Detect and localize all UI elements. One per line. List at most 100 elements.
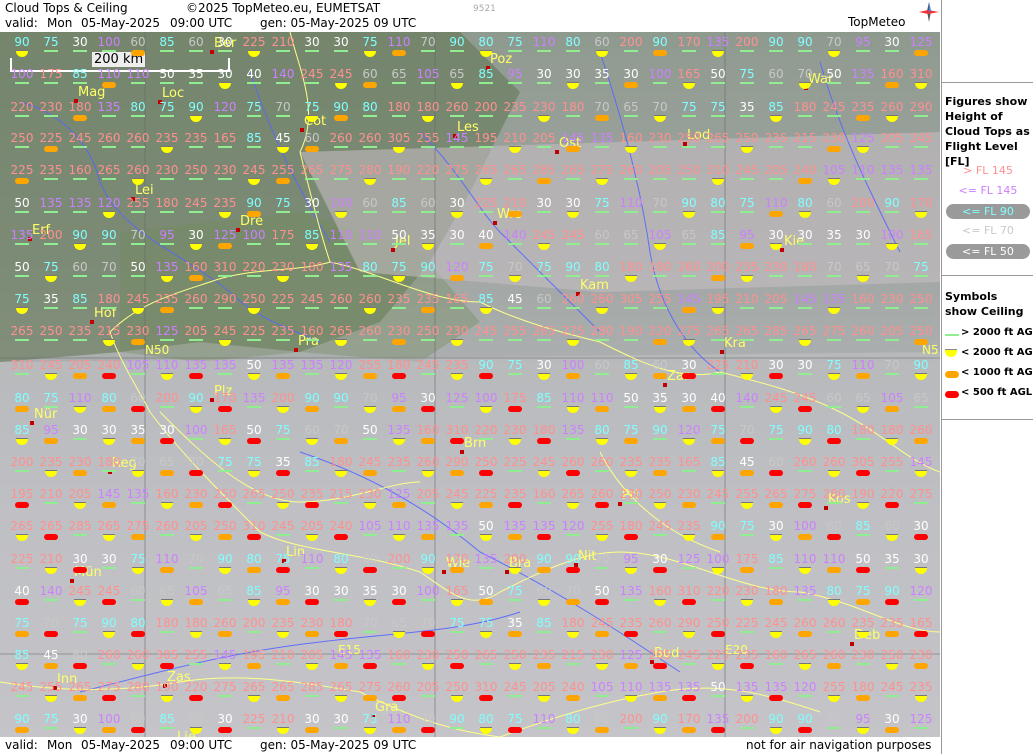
cloud-top-value: 80 (130, 616, 146, 630)
cloud-top-value: 110 (97, 67, 121, 81)
ceiling-pill-icon (945, 371, 959, 378)
cloud-top-value: 170 (909, 196, 933, 210)
cloud-top-value: 60 (130, 584, 146, 598)
cloud-top-value: 100 (474, 391, 498, 405)
cloud-top-value: 175 (39, 67, 63, 81)
cloud-top-value: 255 (880, 455, 904, 469)
cloud-top-value: 135 (300, 358, 324, 372)
ceiling-line-icon (131, 82, 145, 84)
city-label: Poz (490, 52, 513, 67)
cloud-top-value: 70 (884, 358, 900, 372)
ceiling-line-icon (15, 82, 29, 84)
ceiling-orange-pill-icon (740, 470, 754, 476)
cloud-top-value: 235 (387, 292, 411, 306)
ceiling-line-icon (247, 146, 261, 148)
cloud-top-value: 90 (710, 519, 726, 533)
ceiling-red-pill-icon (479, 695, 493, 701)
ceiling-line-icon (914, 243, 928, 245)
cloud-top-value: 180 (619, 260, 643, 274)
cloud-top-value: 65 (681, 228, 697, 242)
ceiling-orange-pill-icon (73, 470, 87, 476)
cloud-top-value: 135 (329, 260, 353, 274)
cloud-top-value: 230 (39, 100, 63, 114)
ceiling-line-icon (537, 727, 551, 729)
ceiling-line-icon (247, 502, 261, 504)
cloud-top-value: 85 (159, 35, 175, 49)
cloud-top-value: 70 (826, 260, 842, 274)
ceiling-line-icon (769, 567, 783, 569)
cloud-top-value: 135 (590, 131, 614, 145)
cloud-top-value: 250 (242, 292, 266, 306)
cloud-top-value: 310 (677, 584, 701, 598)
ceiling-line-icon (44, 243, 58, 245)
cloud-top-value: 120 (793, 680, 817, 694)
ceiling-line-icon (102, 663, 116, 665)
cloud-top-value: 240 (329, 519, 353, 533)
cloud-top-value: 170 (213, 391, 237, 405)
ceiling-line-icon (798, 50, 812, 52)
cloud-top-value: 145 (213, 648, 237, 662)
ceiling-orange-pill-icon (276, 178, 290, 184)
cloud-top-value: 135 (10, 228, 34, 242)
cloud-top-value: 65 (855, 391, 871, 405)
cloud-top-value: 190 (387, 163, 411, 177)
cloud-top-value: 200 (271, 391, 295, 405)
ceiling-line-icon (479, 146, 493, 148)
cloud-top-value: 200 (242, 616, 266, 630)
ceiling-orange-pill-icon (769, 211, 783, 217)
cloud-top-value: 105 (648, 228, 672, 242)
cloud-top-value: 75 (739, 196, 755, 210)
ceiling-line-icon (508, 178, 522, 180)
cloud-top-value: 50 (826, 67, 842, 81)
cloud-top-value: 90 (681, 196, 697, 210)
cloud-top-value: 135 (184, 358, 208, 372)
cloud-top-value: 245 (300, 292, 324, 306)
cloud-top-value: 30 (913, 519, 929, 533)
ceiling-orange-pill-icon (334, 438, 348, 444)
cloud-top-value: 230 (735, 584, 759, 598)
ceiling-line-icon (508, 307, 522, 309)
cloud-top-value: 60 (652, 358, 668, 372)
cloud-top-value: 135 (677, 680, 701, 694)
ceiling-line-icon (450, 406, 464, 408)
cloud-top-value: 275 (677, 324, 701, 338)
cloud-top-value: 245 (503, 680, 527, 694)
city-label: Mag (78, 85, 106, 100)
cloud-top-value: 225 (242, 35, 266, 49)
cloud-top-value: 75 (507, 358, 523, 372)
cloud-top-value: 110 (619, 196, 643, 210)
cloud-top-value: 220 (880, 487, 904, 501)
ceiling-line-icon (189, 663, 203, 665)
cloud-top-value: 90 (101, 616, 117, 630)
cloud-top-value: 90 (14, 712, 30, 726)
cloud-top-value: 145 (677, 292, 701, 306)
cloud-top-value: 70 (130, 228, 146, 242)
cloud-top-value: 90 (188, 100, 204, 114)
cloud-top-value: 180 (416, 100, 440, 114)
ceiling-line-icon (798, 470, 812, 472)
cloud-top-value: 260 (590, 487, 614, 501)
cloud-top-value: 160 (851, 292, 875, 306)
ceiling-line-icon (15, 470, 29, 472)
cloud-top-value: 90 (652, 35, 668, 49)
cloud-top-value: 260 (561, 292, 585, 306)
ceiling-line-icon (15, 243, 29, 245)
ceiling-orange-pill-icon (247, 663, 261, 669)
ceiling-line-icon (653, 82, 667, 84)
cloud-top-value: 45 (275, 131, 291, 145)
ceiling-line-icon (769, 178, 783, 180)
ceiling-line-icon (711, 146, 725, 148)
ceiling-line-icon (566, 534, 580, 536)
ceiling-line-icon (653, 146, 667, 148)
cloud-top-value: 260 (97, 648, 121, 662)
cloud-top-value: 305 (387, 131, 411, 145)
cloud-top-value: 250 (184, 163, 208, 177)
cloud-top-value: 135 (532, 519, 556, 533)
cloud-top-value: 245 (242, 163, 266, 177)
ceiling-orange-pill-icon (682, 307, 696, 313)
ceiling-line-icon (624, 727, 638, 729)
ceiling-line-icon (131, 275, 145, 277)
satellite-map[interactable]: 200 km Ber Poz War Mag Loc Cot Les Lod Ost Lei Dre… (0, 32, 940, 737)
cloud-top-value: 85 (72, 67, 88, 81)
ceiling-line-icon (566, 663, 580, 665)
